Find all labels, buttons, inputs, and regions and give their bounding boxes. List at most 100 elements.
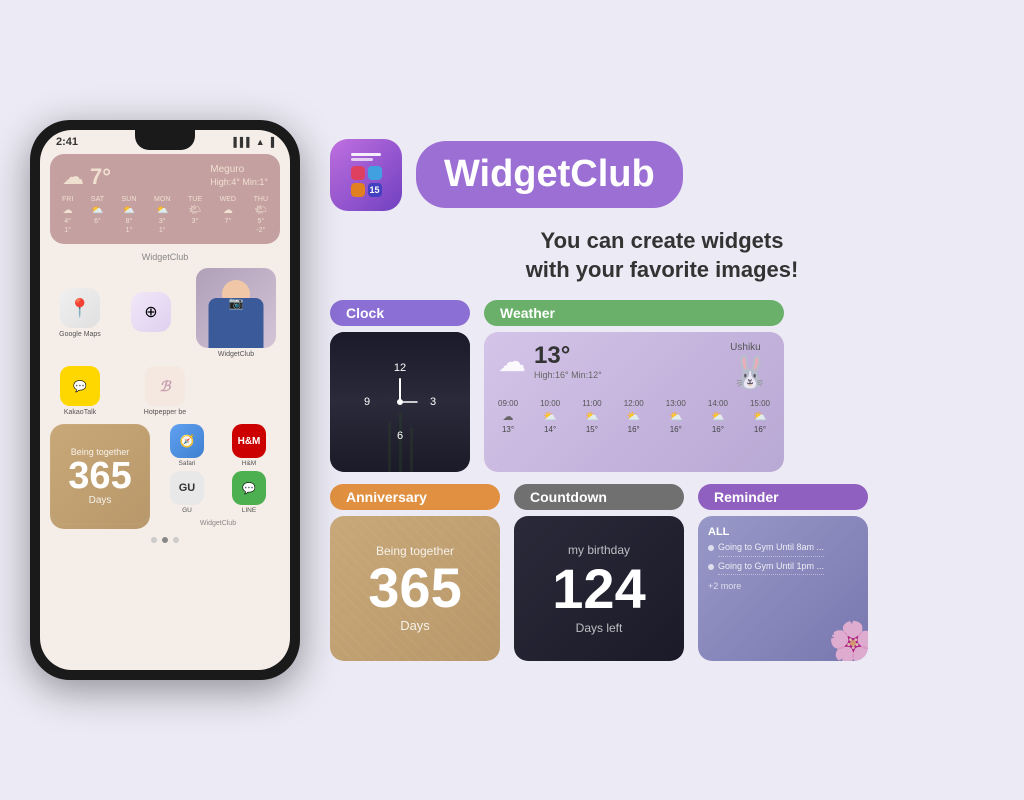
maps-icon: 📍 bbox=[60, 288, 100, 328]
weather-day-fri: FRI ☁ 4° 1° bbox=[62, 196, 73, 234]
widgetclub-bottom-label: WidgetClub bbox=[156, 520, 280, 527]
weather-day-wed: WED ☁ 7° bbox=[220, 196, 236, 234]
person-photo: 📷 bbox=[196, 268, 276, 348]
line-1 bbox=[351, 153, 381, 156]
dot-2 bbox=[162, 537, 168, 543]
line-2 bbox=[351, 158, 373, 161]
reminder-section: Reminder ALL Going to Gym Until 8am ... … bbox=[698, 484, 868, 661]
safari-label: Safari bbox=[179, 460, 196, 467]
weather-left: ☁ 7° bbox=[62, 164, 111, 190]
clock-section: Clock 12 3 bbox=[330, 300, 470, 472]
line-label: LINE bbox=[242, 507, 256, 514]
reminder-badge: Reminder bbox=[698, 484, 868, 510]
hm-label: H&M bbox=[242, 460, 256, 467]
wp-hour-1200: 12:00 ⛅ 16° bbox=[624, 399, 644, 434]
svg-text:3: 3 bbox=[430, 396, 436, 408]
phone-section: 2:41 ▌▌▌ ▲ ▐ ☁ 7° bbox=[30, 120, 300, 680]
kakao-icon: 💬 bbox=[60, 366, 100, 406]
wifi-icon: ▲ bbox=[256, 137, 265, 147]
app-name: WidgetClub bbox=[444, 153, 655, 195]
countdown-section: Countdown my birthday 124 Days left bbox=[514, 484, 684, 661]
anniversary-preview: Being together 365 Days bbox=[330, 516, 500, 661]
phone-minmax: High:4° Min:1° bbox=[210, 177, 268, 187]
dot-3 bbox=[173, 537, 179, 543]
wp-left: ☁ 13° High:16° Min:12° bbox=[498, 342, 602, 380]
app-grid-row-2: 💬 KakaoTalk ℬ Hotpepper be bbox=[50, 366, 280, 416]
widget-row-2: Anniversary Being together 365 Days Coun… bbox=[330, 484, 994, 661]
weather-preview: ☁ 13° High:16° Min:12° U bbox=[484, 332, 784, 472]
cd-subtitle: Days left bbox=[576, 621, 623, 635]
weather-badge: Weather bbox=[484, 300, 784, 326]
phone-anniversary-widget: Being together 365 Days bbox=[50, 424, 150, 529]
reminder-text-1: Going to Gym Until 8am ... bbox=[718, 542, 824, 557]
wp-hour-1300: 13:00 ⛅ 16° bbox=[666, 399, 686, 434]
wp-right: Ushiku 🐰 bbox=[730, 342, 770, 391]
reminder-dot-1 bbox=[708, 545, 714, 551]
wp-hourly: 09:00 ☁ 13° 10:00 ⛅ 14° 11:00 bbox=[498, 399, 770, 434]
phone-time: 2:41 bbox=[56, 136, 78, 148]
small-app-row-1: 🧭 Safari H&M H&M bbox=[156, 424, 280, 467]
weather-right: Meguro High:4° Min:1° bbox=[210, 164, 268, 187]
flowers-decoration: 🌸 bbox=[828, 619, 868, 661]
phone-thread-app[interactable]: ⊕ bbox=[125, 292, 177, 335]
line-app[interactable]: 💬 LINE bbox=[227, 471, 272, 514]
weather-day-sun: SUN ⛅ 8° 1° bbox=[122, 196, 137, 234]
kakao-label: KakaoTalk bbox=[64, 409, 96, 416]
weather-day-tue: TUE 🌤 3° bbox=[188, 196, 202, 234]
dot-1 bbox=[151, 537, 157, 543]
weather-day-thu: THU 🌤 5° -2° bbox=[254, 196, 268, 234]
reminder-more: +2 more bbox=[708, 581, 858, 591]
phone-widget-club-label: WidgetClub bbox=[50, 252, 280, 262]
phone-temp: 7° bbox=[90, 164, 111, 190]
weather-day-sat: SAT ⛅ 6° bbox=[91, 196, 104, 234]
widget-row-1: Clock 12 3 bbox=[330, 300, 994, 472]
wp-minmax: High:16° Min:12° bbox=[534, 370, 602, 380]
wp-hour-1000: 10:00 ⛅ 14° bbox=[540, 399, 560, 434]
safari-app[interactable]: 🧭 Safari bbox=[165, 424, 210, 467]
reminder-preview: ALL Going to Gym Until 8am ... Going to … bbox=[698, 516, 868, 661]
reminder-item-2: Going to Gym Until 1pm ... bbox=[708, 561, 858, 576]
bottom-widgets-row: Being together 365 Days 🧭 Safari bbox=[50, 424, 280, 529]
hm-app[interactable]: H&M H&M bbox=[227, 424, 272, 467]
cd-title: my birthday bbox=[568, 543, 630, 557]
phone-kakao-app[interactable]: 💬 KakaoTalk bbox=[54, 366, 106, 416]
weather-top: ☁ 7° Meguro High:4° Min:1° bbox=[62, 164, 268, 190]
status-icons: ▌▌▌ ▲ ▐ bbox=[234, 137, 274, 147]
svg-text:6: 6 bbox=[397, 430, 403, 442]
wp-location: Ushiku bbox=[730, 342, 770, 353]
clock-badge: Clock bbox=[330, 300, 470, 326]
weather-day-mon: MON ⛅ 3° 1° bbox=[154, 196, 170, 234]
phone-maps-app[interactable]: 📍 Google Maps bbox=[54, 288, 106, 338]
countdown-badge: Countdown bbox=[514, 484, 684, 510]
b-label: Hotpepper be bbox=[144, 409, 186, 416]
phone-weather-widget: ☁ 7° Meguro High:4° Min:1° bbox=[50, 154, 280, 244]
gu-app[interactable]: GU GU bbox=[165, 471, 210, 514]
anniversary-section: Anniversary Being together 365 Days bbox=[330, 484, 500, 661]
small-app-row-2: GU GU 💬 LINE bbox=[156, 471, 280, 514]
phone-b-app[interactable]: ℬ Hotpepper be bbox=[139, 366, 191, 416]
wp-hour-0900: 09:00 ☁ 13° bbox=[498, 399, 518, 434]
widget-showcase: Clock 12 3 bbox=[330, 300, 994, 661]
battery-icon: ▐ bbox=[268, 137, 274, 147]
app-icon-inner: 15 bbox=[351, 153, 382, 197]
small-app-grid: 🧭 Safari H&M H&M GU bbox=[156, 424, 280, 527]
weather-section: Weather ☁ 13° High:16° Min:12° bbox=[484, 300, 784, 472]
line-icon: 💬 bbox=[232, 471, 266, 505]
dot-blue bbox=[368, 166, 382, 180]
anni-number: 365 bbox=[68, 457, 131, 495]
app-icon: 15 bbox=[330, 139, 402, 211]
countdown-preview: my birthday 124 Days left bbox=[514, 516, 684, 661]
cloud-icon: ☁ bbox=[62, 164, 84, 190]
clock-svg: 12 3 6 9 bbox=[355, 357, 445, 447]
reminder-item-1: Going to Gym Until 8am ... bbox=[708, 542, 858, 557]
gu-label: GU bbox=[182, 507, 192, 514]
phone-screen: 2:41 ▌▌▌ ▲ ▐ ☁ 7° bbox=[40, 130, 290, 670]
reminder-dot-2 bbox=[708, 564, 714, 570]
app-header: 15 WidgetClub bbox=[330, 139, 994, 211]
dot-red bbox=[351, 166, 365, 180]
wp-top: ☁ 13° High:16° Min:12° U bbox=[498, 342, 770, 391]
weather-days-row: FRI ☁ 4° 1° SAT ⛅ 6° SUN bbox=[62, 196, 268, 234]
wp-temp-block: 13° High:16° Min:12° bbox=[534, 342, 602, 380]
wp-hour-1100: 11:00 ⛅ 15° bbox=[582, 399, 601, 434]
wp-cloud-icon: ☁ bbox=[498, 345, 526, 378]
